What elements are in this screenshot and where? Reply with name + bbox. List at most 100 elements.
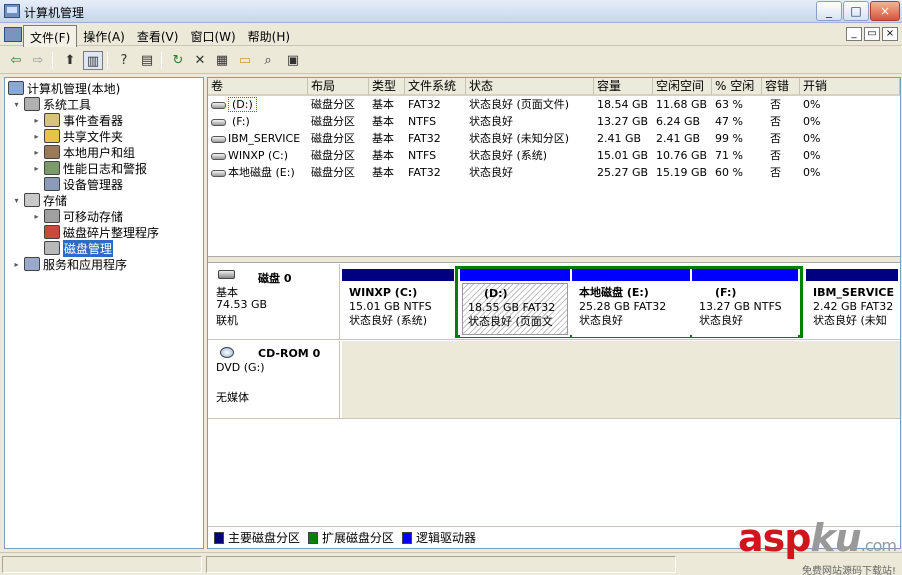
type-cell: 基本 [372,166,394,179]
column-header-percent-free[interactable]: % 空闲 [712,78,762,96]
status-cell: 状态良好 [469,115,513,128]
expand-icon[interactable]: ▸ [32,212,41,221]
table-row[interactable]: (F:) 磁盘分区 基本 NTFS 状态良好 13.27 GB 6.24 GB … [208,113,900,130]
overhead-cell: 0% [803,149,821,162]
free-space-cell: 6.24 GB [656,115,701,128]
up-folder-icon[interactable]: ⬆ [60,51,80,70]
tree-node-computer-management[interactable]: 计算机管理(本地) [8,80,120,96]
table-row[interactable]: WINXP (C:) 磁盘分区 基本 NTFS 状态良好 (系统) 15.01 … [208,147,900,164]
title-bar[interactable]: 计算机管理 _ □ × [0,0,902,23]
services-icon [24,257,40,271]
status-cell-1 [2,556,202,573]
tree-node-disk-defragmenter[interactable]: 磁盘碎片整理程序 [44,224,159,240]
percent-free-cell: 63 % [715,98,743,111]
search-disk-icon[interactable]: ⌕ [258,51,278,70]
partition-d[interactable]: (D:) 18.55 GB FAT32 状态良好 (页面文 [460,269,570,337]
minimize-button[interactable]: _ [816,1,842,21]
menu-bar: 文件(F) 操作(A) 查看(V) 窗口(W) 帮助(H) _ ▭ × [0,24,902,50]
capacity-cell: 13.27 GB [597,115,649,128]
collapse-icon[interactable]: ▾ [12,100,21,109]
tree-node-disk-management[interactable]: 磁盘管理 [44,239,114,257]
drive-icon [211,135,226,143]
table-row[interactable]: 本地磁盘 (E:) 磁盘分区 基本 FAT32 状态良好 25.27 GB 15… [208,164,900,181]
tree-node-local-users[interactable]: ▸ 本地用户和组 [32,144,135,160]
tree-node-system-tools[interactable]: ▾ 系统工具 [12,96,91,112]
mdi-minimize-button[interactable]: _ [846,27,862,41]
forward-arrow-icon[interactable]: ⇨ [28,51,48,70]
legend-swatch [308,531,319,544]
column-header-fault-tolerance[interactable]: 容错 [762,78,800,96]
mdi-close-button[interactable]: × [882,27,898,41]
properties-icon[interactable]: ▤ [137,51,157,70]
table-row[interactable]: IBM_SERVICE 磁盘分区 基本 FAT32 状态良好 (未知分区) 2.… [208,130,900,147]
fault-tolerance-cell: 否 [770,98,781,111]
help-book-icon[interactable]: ? [114,51,134,70]
status-cell-2 [206,556,676,573]
fault-tolerance-cell: 否 [770,115,781,128]
fault-tolerance-cell: 否 [770,149,781,162]
partition-c[interactable]: WINXP (C:) 15.01 GB NTFS 状态良好 (系统) [342,269,454,337]
maximize-button[interactable]: □ [843,1,869,21]
device-manager-icon [44,177,60,191]
back-arrow-icon[interactable]: ⇦ [6,51,26,70]
properties-sheet-icon[interactable]: ▦ [212,51,232,70]
tree-node-services-applications[interactable]: ▸ 服务和应用程序 [12,256,127,272]
legend-label: 扩展磁盘分区 [322,531,395,545]
expand-icon[interactable]: ▸ [32,164,41,173]
collapse-icon[interactable]: ▾ [12,196,21,205]
system-menu-icon[interactable] [4,27,22,42]
column-header-type[interactable]: 类型 [369,78,405,96]
percent-free-cell: 60 % [715,166,743,179]
overhead-cell: 0% [803,115,821,128]
expand-icon[interactable]: ▸ [12,260,21,269]
expand-icon[interactable]: ▸ [32,148,41,157]
volume-name: WINXP (C:) [228,149,288,162]
status-cell: 状态良好 (系统) [469,149,548,162]
tree-node-shared-folders[interactable]: ▸ 共享文件夹 [32,128,123,144]
primary-partition-bar [342,269,454,281]
defrag-icon [44,225,60,239]
pane-splitter[interactable] [208,256,900,263]
legend-logical-drive: 逻辑驱动器 [402,529,476,546]
tree-node-performance-logs[interactable]: ▸ 性能日志和警报 [32,160,147,176]
column-header-status[interactable]: 状态 [466,78,594,96]
column-header-volume[interactable]: 卷 [208,78,308,96]
mdi-restore-button[interactable]: ▭ [864,27,880,41]
partition-size: 2.42 GB FAT32 [813,300,894,313]
cdrom-0-name: CD-ROM 0 [258,347,321,360]
settings-icon[interactable]: ▣ [283,51,303,70]
type-cell: 基本 [372,115,394,128]
column-header-overhead[interactable]: 开销 [800,78,900,96]
partition-f[interactable]: (F:) 13.27 GB NTFS 状态良好 [692,269,798,337]
partition-name: (D:) [484,287,508,300]
column-header-layout[interactable]: 布局 [308,78,369,96]
logical-drive-bar [692,269,798,281]
column-header-capacity[interactable]: 容量 [594,78,653,96]
layout-cell: 磁盘分区 [311,166,355,179]
tree-node-device-manager[interactable]: 设备管理器 [44,176,123,192]
expand-icon[interactable]: ▸ [32,132,41,141]
tree-node-storage[interactable]: ▾ 存储 [12,192,67,208]
column-header-free-space[interactable]: 空闲空间 [653,78,712,96]
table-row[interactable]: (D:) 磁盘分区 基本 FAT32 状态良好 (页面文件) 18.54 GB … [208,96,900,113]
close-button[interactable]: × [870,1,900,21]
disk-0-info[interactable]: 磁盘 0 基本 74.53 GB 联机 [208,264,340,339]
partition-name: (F:) [715,286,737,299]
open-folder-icon[interactable]: ▭ [235,51,255,70]
legend-primary-partition: 主要磁盘分区 [214,529,300,546]
partition-e[interactable]: 本地磁盘 (E:) 25.28 GB FAT32 状态良好 [572,269,690,337]
volume-name: (D:) [228,97,257,112]
status-cell: 状态良好 [469,166,513,179]
logical-drive-bar [460,269,570,281]
column-header-filesystem[interactable]: 文件系统 [405,78,466,96]
delete-icon[interactable]: ✕ [190,51,210,70]
partition-name: WINXP (C:) [349,286,418,299]
cdrom-0-info[interactable]: CD-ROM 0 DVD (G:) 无媒体 [208,341,340,418]
tree-node-removable-storage[interactable]: ▸ 可移动存储 [32,208,123,224]
refresh-icon[interactable]: ↻ [168,51,188,70]
partition-ibm-service[interactable]: IBM_SERVICE 2.42 GB FAT32 状态良好 (未知 [806,269,898,337]
expand-icon[interactable]: ▸ [32,116,41,125]
show-tree-icon[interactable]: ▥ [83,51,103,70]
capacity-cell: 18.54 GB [597,98,649,111]
tree-node-event-viewer[interactable]: ▸ 事件查看器 [32,112,123,128]
